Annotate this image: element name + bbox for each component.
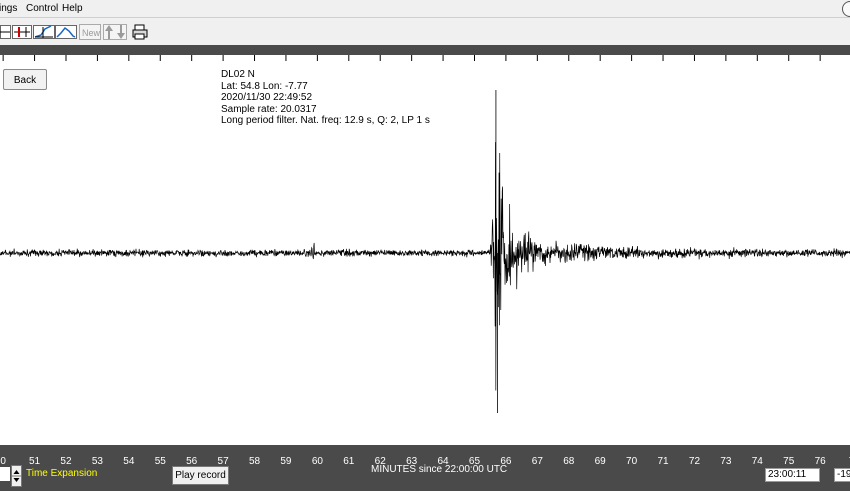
sample-rate: Sample rate: 20.0317 [221, 103, 317, 115]
x-tick-label: 52 [60, 456, 72, 465]
menu-help[interactable]: Help [62, 0, 83, 17]
time-field[interactable]: 23:00:11 [765, 468, 820, 482]
station-code: DL02 N [221, 69, 255, 80]
spectrum-icon[interactable] [55, 23, 77, 41]
x-tick-label: 69 [595, 456, 607, 465]
x-tick-label: 72 [689, 456, 701, 465]
menu-bar: ings Control Help [0, 0, 850, 17]
time-axis: 0 51 52 53 54 55 56 57 58 59 60 61 62 63 64 65 66 67 68 69 7… [0, 456, 850, 465]
filter-description: Long period filter. Nat. freq: 12.9 s, Q… [221, 115, 430, 126]
x-tick-label: 75 [783, 456, 795, 465]
x-tick-label: 55 [155, 456, 167, 465]
x-axis-title: MINUTES since 22:00:00 UTC [371, 464, 508, 475]
station-info: DL02 N Lat: 54.8 Lon: -7.77 2020/11/30 2… [221, 69, 430, 127]
x-tick-label: 57 [218, 456, 230, 465]
svg-text:New: New [82, 28, 101, 38]
time-expansion-spinner[interactable] [11, 465, 22, 487]
toolbar: New [0, 17, 850, 46]
spinner-arrows-icon [12, 470, 21, 482]
x-tick-label: 76 [815, 456, 827, 465]
toolbar-shadow [0, 45, 850, 55]
x-tick-label: 61 [343, 456, 355, 465]
x-tick-label: 60 [312, 456, 324, 465]
filter-icon[interactable] [33, 23, 55, 41]
x-tick-label: 56 [186, 456, 198, 465]
x-tick-label: 73 [720, 456, 732, 465]
record-start-time: 2020/11/30 22:49:52 [221, 92, 313, 103]
x-tick-label: 71 [657, 456, 669, 465]
marker-icon[interactable] [12, 23, 32, 41]
x-tick-label: 0 [0, 456, 6, 465]
x-tick-label: 53 [92, 456, 104, 465]
print-icon[interactable] [132, 23, 148, 41]
x-tick-label: 70 [626, 456, 638, 465]
offset-field[interactable]: -19 [834, 468, 850, 482]
x-tick-label: 58 [249, 456, 261, 465]
menu-control[interactable]: Control [26, 0, 58, 17]
menu-settings[interactable]: ings [0, 0, 17, 17]
x-tick-label: 68 [563, 456, 575, 465]
new-button[interactable]: New [79, 23, 101, 41]
back-button[interactable]: Back [3, 69, 47, 90]
trace-select-icon[interactable] [0, 23, 12, 41]
scale-icon[interactable] [103, 23, 127, 41]
time-expansion-value[interactable] [0, 467, 10, 481]
station-location: Lat: 54.8 Lon: -7.77 [221, 80, 308, 92]
play-record-button[interactable]: Play record [172, 466, 229, 485]
window-control-button[interactable] [842, 1, 850, 17]
x-tick-label: 74 [752, 456, 764, 465]
x-tick-label: 51 [29, 456, 41, 465]
x-tick-label: 67 [532, 456, 544, 465]
trace-line [0, 142, 850, 391]
x-tick-label: 59 [280, 456, 292, 465]
x-tick-label: 54 [123, 456, 135, 465]
time-expansion-label: Time Expansion [26, 468, 98, 479]
